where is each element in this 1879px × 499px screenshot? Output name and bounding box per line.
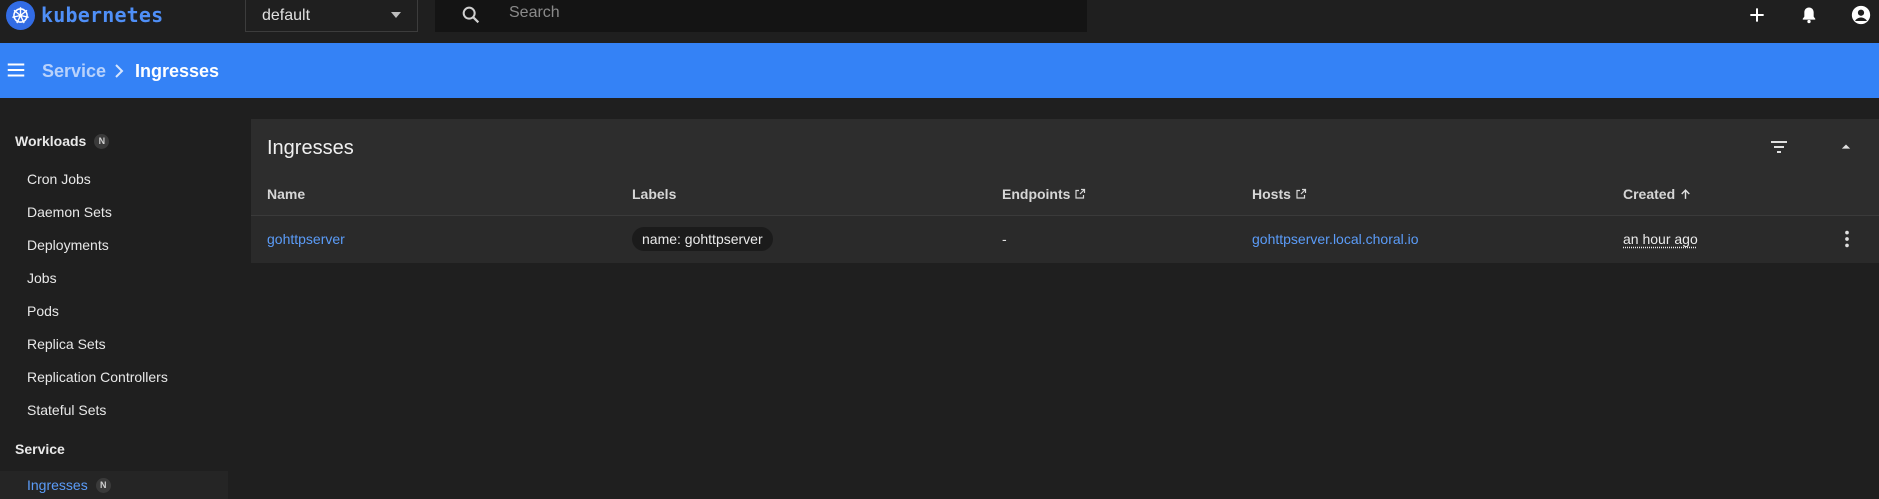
sidebar-group-service[interactable]: Service [15, 441, 65, 457]
breadcrumb-bar: Service Ingresses [0, 43, 1879, 98]
sidebar-group-label: Service [15, 441, 65, 457]
kubernetes-wheel-icon [6, 0, 35, 30]
namespace-selected-value: default [262, 6, 311, 24]
collapse-icon[interactable] [1836, 137, 1856, 162]
namespaced-badge: N [94, 133, 110, 149]
sidebar-group-label: Workloads [15, 133, 87, 149]
sidebar-item-deployments[interactable]: Deployments [27, 237, 109, 253]
sidebar-item-ingresses[interactable]: Ingresses N [0, 471, 228, 499]
sidebar: Workloads N Cron Jobs Daemon Sets Deploy… [0, 98, 228, 499]
sidebar-group-workloads[interactable]: Workloads N [15, 133, 110, 149]
column-header-name[interactable]: Name [267, 186, 305, 202]
kubernetes-logo[interactable]: kubernetes [6, 0, 163, 30]
external-link-icon [1075, 188, 1086, 199]
account-icon[interactable] [1848, 2, 1874, 28]
column-header-endpoints: Endpoints [1002, 186, 1086, 202]
created-time: an hour ago [1623, 231, 1698, 247]
dropdown-caret-icon [391, 12, 401, 18]
more-vert-icon[interactable] [1836, 228, 1858, 255]
sidebar-item-pods[interactable]: Pods [27, 303, 59, 319]
breadcrumb-current: Ingresses [135, 61, 220, 81]
breadcrumb-service-link[interactable]: Service [42, 61, 106, 82]
namespaced-badge: N [95, 477, 111, 493]
ingress-name-link[interactable]: gohttpserver [267, 231, 345, 247]
column-header-label: Hosts [1252, 186, 1291, 202]
column-header-hosts: Hosts [1252, 186, 1307, 202]
app-wordmark: kubernetes [41, 3, 164, 27]
top-bar: kubernetes default Search [0, 0, 1879, 42]
sidebar-item-label: Ingresses [27, 477, 88, 493]
sort-arrow-up-icon [1681, 188, 1690, 199]
column-header-created[interactable]: Created [1623, 186, 1692, 202]
sidebar-item-cron-jobs[interactable]: Cron Jobs [27, 171, 91, 187]
sidebar-item-jobs[interactable]: Jobs [27, 270, 57, 286]
sidebar-item-stateful-sets[interactable]: Stateful Sets [27, 402, 106, 418]
column-header-label: Endpoints [1002, 186, 1071, 202]
search-icon [460, 4, 482, 31]
chevron-right-icon [112, 61, 126, 86]
search-placeholder: Search [509, 4, 560, 21]
search-bar[interactable]: Search [435, 0, 1087, 32]
ingresses-card: Ingresses Name Labels Endpoints Hosts Cr… [251, 119, 1879, 263]
menu-icon[interactable] [5, 59, 27, 86]
sidebar-item-daemon-sets[interactable]: Daemon Sets [27, 204, 112, 220]
bell-icon[interactable] [1796, 2, 1822, 28]
external-link-icon [1296, 188, 1307, 199]
sidebar-item-replica-sets[interactable]: Replica Sets [27, 336, 106, 352]
column-header-labels: Labels [632, 186, 677, 202]
namespace-select[interactable]: default [245, 0, 418, 32]
filter-icon[interactable] [1767, 135, 1791, 164]
label-chip: name: gohttpserver [632, 227, 773, 251]
table-row: gohttpserver name: gohttpserver - gohttp… [251, 215, 1879, 263]
plus-icon[interactable] [1744, 2, 1770, 28]
card-title: Ingresses [267, 137, 354, 159]
host-link[interactable]: gohttpserver.local.choral.io [1252, 231, 1419, 247]
endpoints-value: - [1002, 231, 1007, 247]
sidebar-item-replication-controllers[interactable]: Replication Controllers [27, 369, 168, 385]
column-header-label: Created [1623, 186, 1676, 202]
